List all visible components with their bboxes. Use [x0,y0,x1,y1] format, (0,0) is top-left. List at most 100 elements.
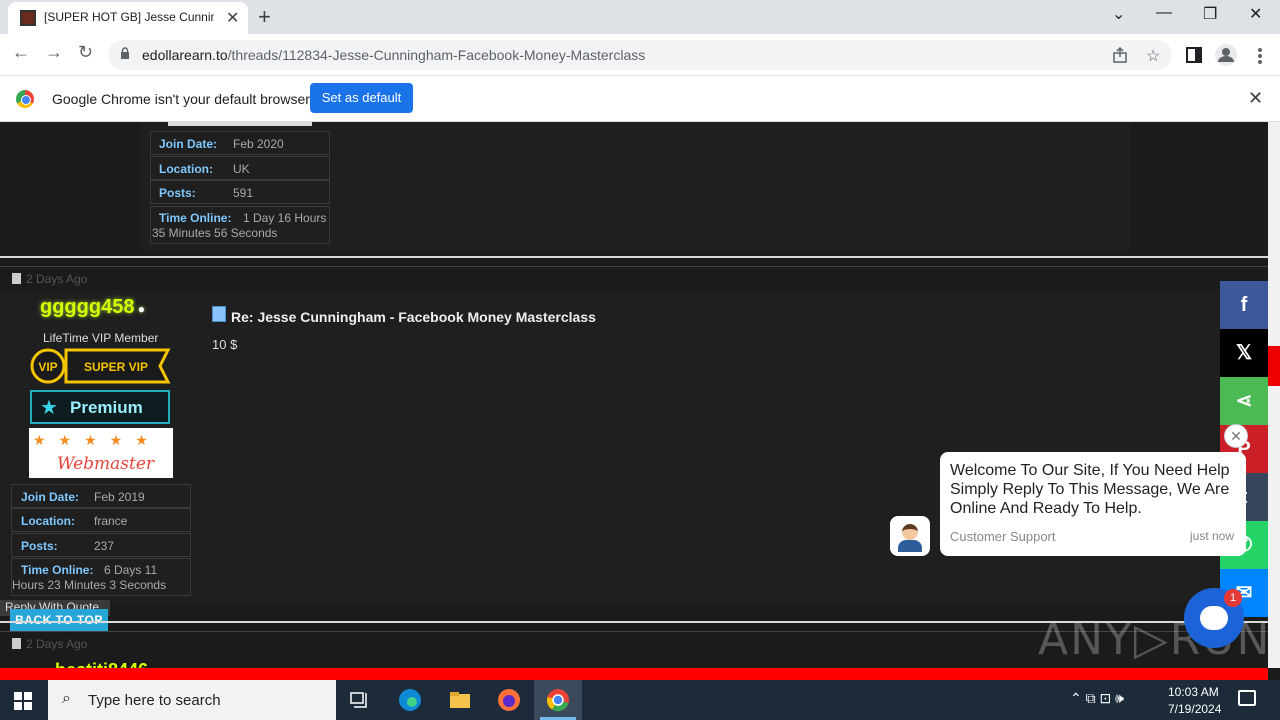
location-value: france [94,514,128,528]
prev-join-date-row: Join Date: Feb 2020 [150,131,330,155]
webmaster-stars: ★★★★★ [33,432,161,448]
x-icon: 𝕏 [1235,342,1253,364]
system-tray-icons[interactable]: ⌃ ⧉ ⊡ 🕪 [1070,690,1124,707]
chat-bubble-icon [1200,606,1228,630]
task-view-icon[interactable] [348,688,372,712]
chrome-taskbar-active[interactable] [534,680,582,720]
forum-page: Join Date: Feb 2020 Location: UK Posts: … [0,122,1268,668]
chat-timestamp: just now [1190,529,1235,543]
clock-time[interactable]: 10:03 AM [1168,685,1219,699]
tab-close-icon[interactable]: ✕ [226,8,239,28]
close-window-button[interactable]: ✕ [1249,4,1262,24]
infobar-close-icon[interactable]: ✕ [1248,88,1263,109]
back-button[interactable]: ← [12,42,30,63]
windows-logo-tl [14,692,22,700]
url-path: /threads/112834-Jesse-Cunningham-Faceboo… [227,47,646,63]
reload-button[interactable]: ↻ [78,42,93,63]
set-default-button[interactable]: Set as default [310,83,413,113]
time-online-value-cont: 35 Minutes 56 Seconds [152,226,278,240]
document-icon [12,638,21,649]
time-online-label: Time Online: [21,563,94,577]
join-date-row: Join Date: Feb 2019 [11,484,191,508]
firefox-icon[interactable] [497,688,521,712]
tab-search-icon[interactable]: ⌄ [1112,4,1125,24]
post-divider-thin [0,266,1268,267]
default-browser-infobar: Google Chrome isn't your default browser… [0,76,1280,122]
location-row: Location: france [11,508,191,532]
vip-badge-right-text: SUPER VIP [84,360,148,374]
back-to-top-button[interactable]: BACK TO TOP [10,609,108,631]
post-body: 10 $ [212,337,238,352]
time-online-value: 1 Day 16 Hours [243,211,327,225]
location-label: Location: [159,162,213,176]
site-favicon-icon [20,10,36,26]
side-panel-icon[interactable] [1186,47,1202,63]
prev-location-row: Location: UK [150,156,330,180]
username-text: ggggg458 [40,296,135,318]
location-value: UK [233,162,250,176]
vip-badge-left-text: VIP [38,360,57,374]
next-post-date-text: 2 Days Ago [26,637,88,651]
notification-center-icon[interactable] [1238,690,1256,706]
user-title: LifeTime VIP Member [43,331,159,345]
share-page-icon[interactable] [1112,47,1128,63]
premium-badge-text: Premium [70,398,143,417]
agent-face [902,524,918,540]
webmaster-badge-text: Webmaster [57,454,155,474]
join-date-value: Feb 2020 [233,137,284,151]
windows-logo-br [24,702,32,710]
prev-time-online-row: Time Online: 1 Day 16 Hours 35 Minutes 5… [150,206,330,244]
url-domain: edollarearn.to [142,47,228,63]
clock-date[interactable]: 7/19/2024 [1168,702,1221,716]
taskbar-search-box[interactable]: ⌕ Type here to search [48,680,336,720]
post-title: Re: Jesse Cunningham - Facebook Money Ma… [231,309,596,325]
search-placeholder: Type here to search [88,692,221,709]
join-date-value: Feb 2019 [94,490,145,504]
x-share-button[interactable]: 𝕏 [1220,329,1268,377]
tab-title: [SUPER HOT GB] Jesse Cunningh [44,10,214,24]
chat-close-button[interactable]: ✕ [1224,424,1248,448]
agent-body [898,540,922,552]
windows-taskbar: ⌕ Type here to search ⌃ ⧉ ⊡ 🕪 10:03 AM 7… [0,680,1280,720]
next-post-date: 2 Days Ago [12,637,87,651]
chrome-logo-icon [16,90,34,108]
infobar-message: Google Chrome isn't your default browser [52,91,310,107]
posts-value: 591 [233,186,254,200]
new-tab-button[interactable]: + [258,4,271,30]
search-icon: ⌕ [62,690,71,707]
url-text[interactable]: edollarearn.to/threads/112834-Jesse-Cunn… [142,47,645,63]
lock-icon[interactable] [120,47,130,59]
chat-unread-badge: 1 [1224,589,1242,607]
chat-message: Welcome To Our Site, If You Need Help Si… [950,462,1230,517]
next-post-username[interactable]: bestiti8446 [55,660,148,668]
file-explorer-icon[interactable] [448,688,472,712]
restore-button[interactable]: ❐ [1203,4,1217,24]
page-scrollbar[interactable] [1268,122,1280,668]
facebook-icon: f [1240,294,1248,316]
previous-avatar-edge [168,122,312,126]
share-icon: ⋖ [1235,390,1253,412]
edge-icon[interactable] [398,688,422,712]
document-icon [12,273,21,284]
post-divider [0,256,1268,258]
start-button[interactable] [14,692,32,710]
minimize-button[interactable]: — [1156,4,1172,22]
bookmark-star-icon[interactable]: ☆ [1146,46,1160,66]
posts-row: Posts: 237 [11,533,191,557]
post-document-icon [212,306,226,322]
time-online-row: Time Online: 6 Days 11 Hours 23 Minutes … [11,558,191,596]
prev-posts-row: Posts: 591 [150,180,330,204]
posts-value: 237 [94,539,115,553]
facebook-share-button[interactable]: f [1220,281,1268,329]
join-date-label: Join Date: [21,490,80,504]
chrome-icon [546,689,569,712]
generic-share-button[interactable]: ⋖ [1220,377,1268,425]
profile-avatar-icon[interactable] [1214,43,1238,67]
post-username[interactable]: ggggg458 ● [40,296,145,319]
windows-logo-tr [24,692,32,700]
time-online-value-cont: Hours 23 Minutes 3 Seconds [12,578,167,592]
forward-button[interactable]: → [45,42,63,63]
menu-kebab-icon[interactable] [1257,47,1263,65]
browser-tab[interactable]: [SUPER HOT GB] Jesse Cunningh ✕ [8,2,248,34]
address-bar[interactable]: edollarearn.to/threads/112834-Jesse-Cunn… [108,40,1172,70]
